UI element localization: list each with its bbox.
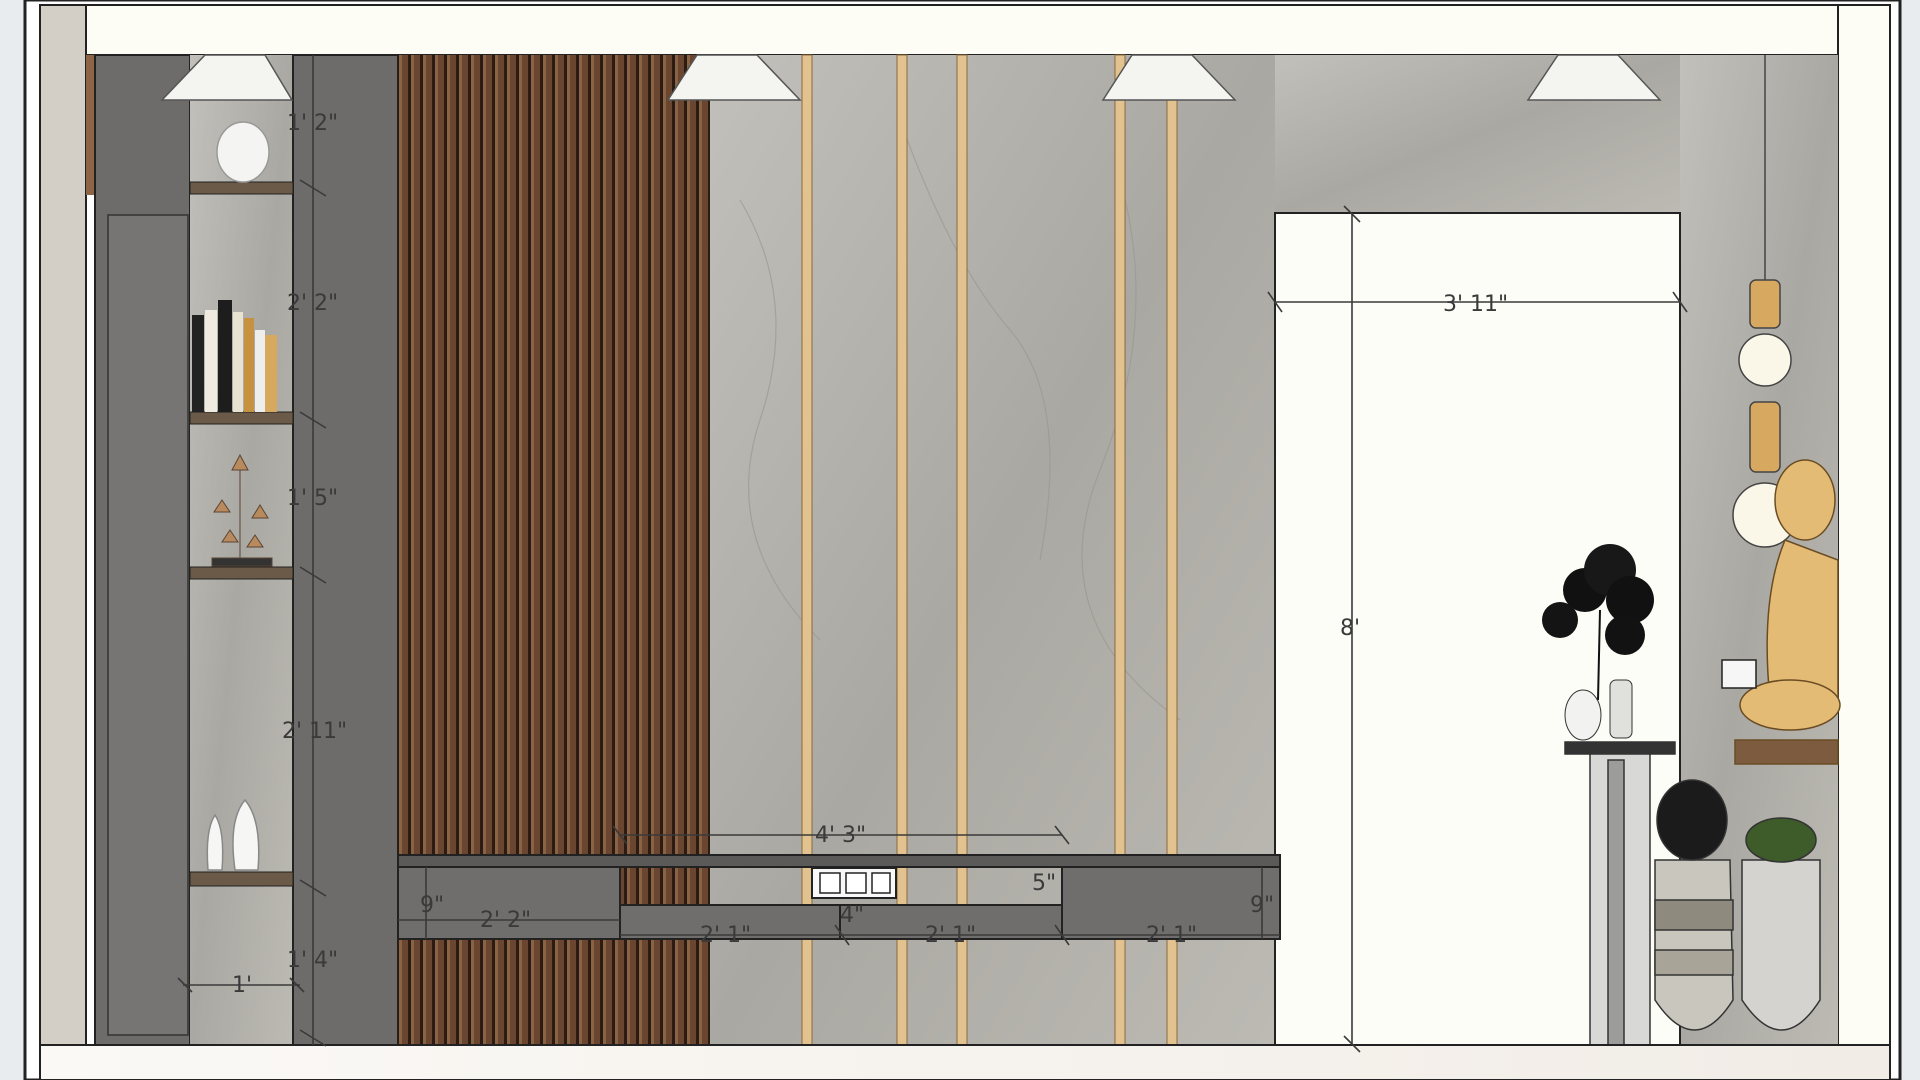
dim-shelf-width: 1'	[232, 973, 252, 998]
dim-console-left-height: 9"	[420, 893, 444, 918]
shelf	[189, 566, 294, 580]
dim-console-drawer-b: 2' 1"	[925, 923, 976, 948]
right-wall-strip	[1837, 4, 1891, 1046]
dark-panel-inner	[107, 214, 189, 1036]
dim-door-height: 8'	[1340, 616, 1360, 641]
shelf	[189, 871, 294, 887]
power-socket	[811, 867, 897, 899]
dim-console-left-drawer: 2' 2"	[480, 908, 531, 933]
floor	[39, 1044, 1891, 1080]
dim-door-width: 3' 11"	[1443, 292, 1508, 317]
marble-niche	[190, 55, 293, 1045]
dim-niche-1: 1' 2"	[287, 111, 338, 136]
dim-niche-3: 1' 5"	[287, 486, 338, 511]
ceiling	[85, 4, 1839, 56]
shelf	[189, 411, 294, 425]
elevation-drawing: 1' 2" 2' 2" 1' 5" 2' 11" 1' 4" 1' 4' 3" …	[23, 0, 1902, 1080]
dim-niche-5: 1' 4"	[287, 948, 338, 973]
dim-console-mid-gap: 5"	[1032, 871, 1056, 896]
dim-console-mid-small: 4"	[840, 903, 864, 928]
dim-niche-4: 2' 11"	[282, 719, 347, 744]
dim-console-drawer-a: 2' 1"	[700, 923, 751, 948]
dim-niche-2: 2' 2"	[287, 291, 338, 316]
vase-round	[216, 121, 270, 183]
dim-console-drawer-c: 2' 1"	[1146, 923, 1197, 948]
dim-console-right-height: 9"	[1250, 893, 1274, 918]
shelf	[189, 181, 294, 195]
dim-console-total: 4' 3"	[815, 823, 866, 848]
left-wall-strip	[39, 4, 87, 1046]
dark-panel-right	[292, 54, 399, 1046]
